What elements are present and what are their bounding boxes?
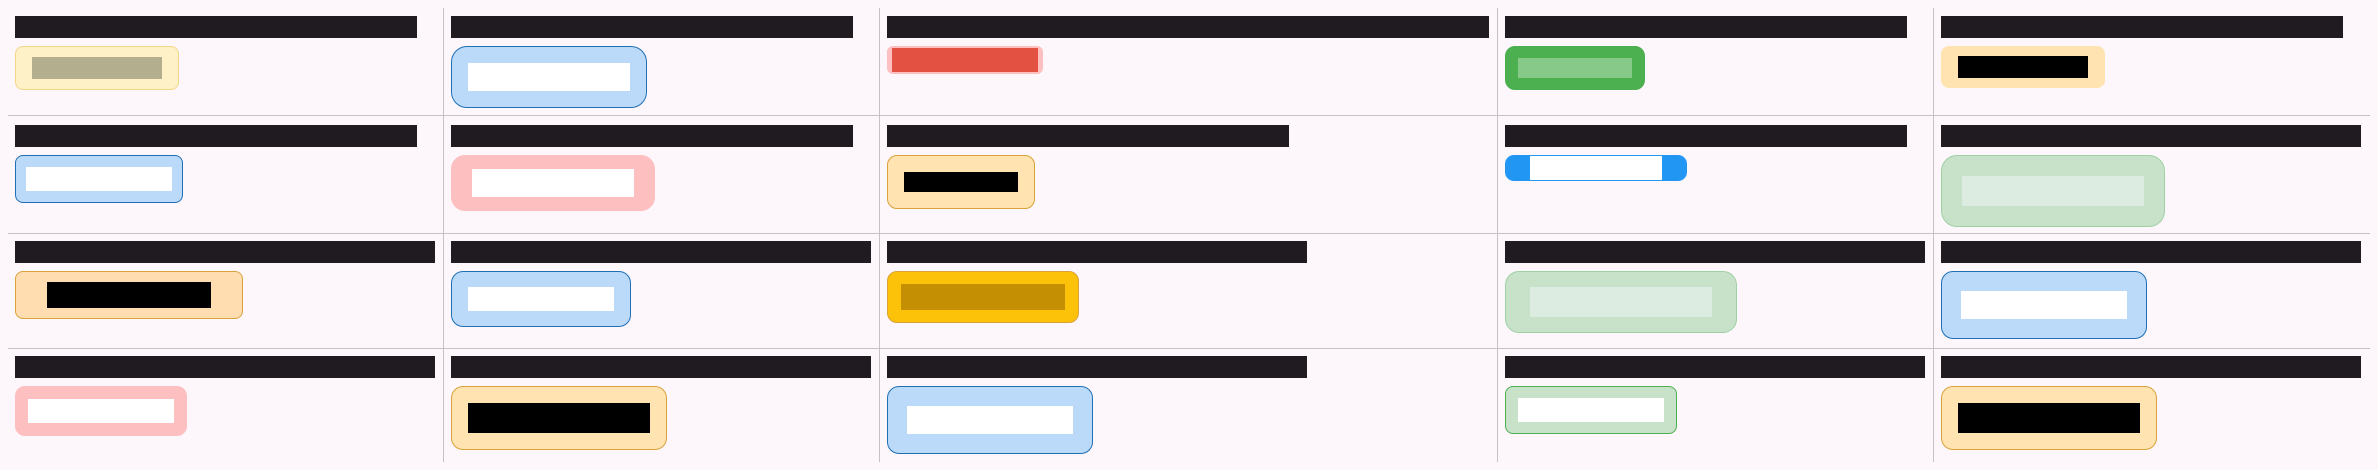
cell-label bbox=[451, 125, 853, 147]
chip[interactable] bbox=[15, 386, 187, 436]
cell-label bbox=[15, 241, 435, 263]
row-divider bbox=[8, 348, 2370, 349]
chip-text bbox=[1958, 56, 2088, 78]
chip[interactable] bbox=[887, 271, 1079, 323]
chip-text bbox=[468, 403, 650, 433]
chip[interactable] bbox=[887, 46, 1043, 74]
column-divider bbox=[879, 8, 880, 462]
cell-label bbox=[451, 356, 871, 378]
chip-text bbox=[1962, 176, 2144, 206]
chip[interactable] bbox=[1941, 155, 2165, 227]
cell-label bbox=[1941, 241, 2361, 263]
chip-text bbox=[32, 57, 162, 79]
cell-label bbox=[1505, 356, 1925, 378]
cell-label bbox=[1505, 241, 1925, 263]
chip-text bbox=[472, 169, 634, 197]
column-divider bbox=[1497, 8, 1498, 462]
cell-label bbox=[887, 241, 1307, 263]
chip-text bbox=[468, 63, 630, 91]
chip[interactable] bbox=[15, 46, 179, 90]
chip-text bbox=[904, 172, 1018, 192]
chip[interactable] bbox=[1941, 386, 2157, 450]
cell-label bbox=[1941, 16, 2343, 38]
cell-label bbox=[1941, 125, 2361, 147]
chip-text bbox=[1518, 398, 1664, 422]
cell-label bbox=[887, 125, 1289, 147]
cell-label bbox=[15, 16, 417, 38]
chip-text bbox=[1518, 58, 1632, 78]
chip-text bbox=[26, 167, 172, 191]
chip[interactable] bbox=[1505, 46, 1645, 90]
cell-label bbox=[1505, 16, 1907, 38]
chip[interactable] bbox=[887, 155, 1035, 209]
chip[interactable] bbox=[451, 46, 647, 108]
chip-text bbox=[901, 284, 1065, 310]
row-divider bbox=[8, 115, 2370, 116]
cell-label bbox=[1505, 125, 1907, 147]
progress-bar[interactable] bbox=[1505, 155, 1687, 181]
chip[interactable] bbox=[15, 155, 183, 203]
cell-label bbox=[887, 16, 1489, 38]
cell-label bbox=[887, 356, 1307, 378]
chip[interactable] bbox=[1941, 46, 2105, 88]
column-divider bbox=[1933, 8, 1934, 462]
chip[interactable] bbox=[1505, 271, 1737, 333]
chip[interactable] bbox=[887, 386, 1093, 454]
cell-label bbox=[1941, 356, 2361, 378]
chip-text bbox=[892, 48, 1038, 72]
cell-label bbox=[15, 125, 417, 147]
chip[interactable] bbox=[15, 271, 243, 319]
chip-text bbox=[1530, 287, 1712, 317]
chip-text bbox=[28, 399, 174, 423]
cell-label bbox=[451, 241, 871, 263]
cell-label bbox=[451, 16, 853, 38]
chip-text bbox=[907, 406, 1073, 434]
cell-label bbox=[15, 356, 435, 378]
chip-text bbox=[1961, 291, 2127, 319]
chip-text bbox=[1958, 403, 2140, 433]
column-divider bbox=[443, 8, 444, 462]
chip[interactable] bbox=[1941, 271, 2147, 339]
chip[interactable] bbox=[1505, 386, 1677, 434]
chip[interactable] bbox=[451, 386, 667, 450]
chip[interactable] bbox=[451, 271, 631, 327]
chip[interactable] bbox=[451, 155, 655, 211]
row-divider bbox=[8, 233, 2370, 234]
chip-text bbox=[1529, 155, 1663, 181]
chip-text bbox=[47, 282, 211, 308]
chip-text bbox=[468, 287, 614, 311]
